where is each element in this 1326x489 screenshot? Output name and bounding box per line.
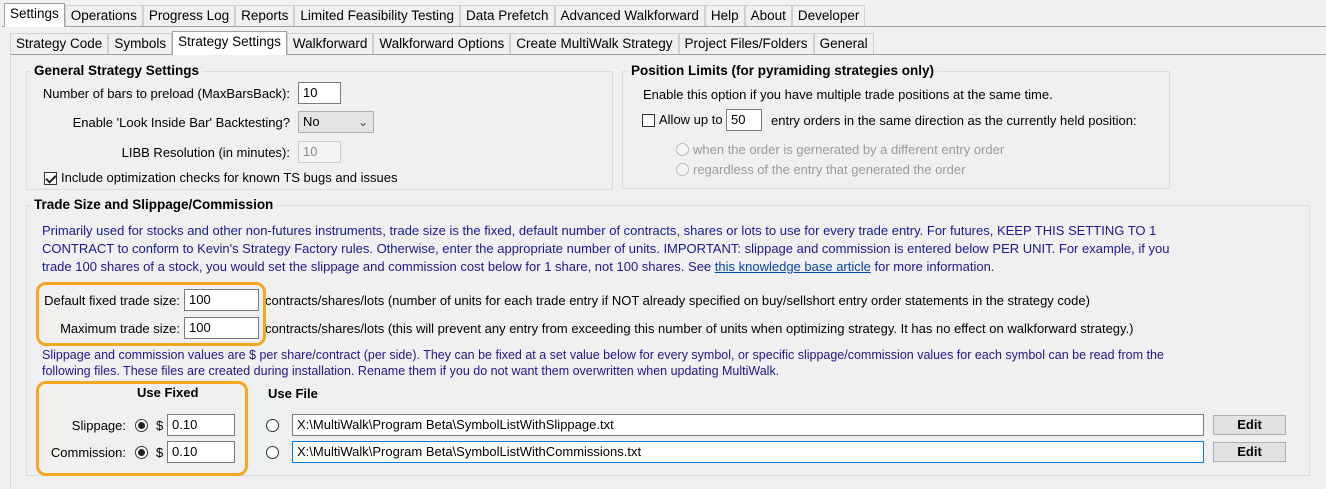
slippage-file-radio[interactable] <box>266 419 279 432</box>
position-limits-title: Position Limits (for pyramiding strategi… <box>628 63 938 78</box>
libb-resolution-input[interactable]: 10 <box>298 141 341 163</box>
tab-general[interactable]: General <box>813 33 874 55</box>
optimization-checks-label: Include optimization checks for known TS… <box>61 170 398 185</box>
tab-operations[interactable]: Operations <box>64 5 143 27</box>
commission-file-radio[interactable] <box>266 446 279 459</box>
trade-size-description: Primarily used for stocks and other non-… <box>42 222 1304 276</box>
optimization-checks-checkbox[interactable] <box>44 172 57 185</box>
trade-desc-line3-post: for more information. <box>870 259 995 274</box>
knowledge-base-link[interactable]: this knowledge base article <box>715 259 871 274</box>
trade-desc-line3-pre: trade 100 shares of a stock, you would s… <box>42 259 715 274</box>
tab-symbols[interactable]: Symbols <box>108 33 173 55</box>
chevron-down-icon: ⌄ <box>357 115 368 129</box>
tab-create-multiwalk-strategy[interactable]: Create MultiWalk Strategy <box>510 33 679 55</box>
trade-size-title: Trade Size and Slippage/Commission <box>31 197 277 212</box>
regardless-entry-label: regardless of the entry that generated t… <box>693 162 966 177</box>
tab-strategy-settings[interactable]: Strategy Settings <box>172 31 287 55</box>
tab-walkforward[interactable]: Walkforward <box>286 33 374 55</box>
allow-up-to-label: Allow up to <box>659 112 723 127</box>
trade-desc-line2: CONTRACT to conform to Kevin's Strategy … <box>42 241 1170 256</box>
tab-about[interactable]: About <box>744 5 792 27</box>
libb-select[interactable]: No ⌄ <box>298 111 374 133</box>
use-file-heading: Use File <box>268 386 318 401</box>
trade-desc-line3: trade 100 shares of a stock, you would s… <box>42 258 1304 276</box>
slippage-edit-button[interactable]: Edit <box>1213 415 1286 435</box>
regardless-entry-radio[interactable] <box>676 163 689 176</box>
position-limits-desc: Enable this option if you have multiple … <box>643 87 1053 102</box>
tab-reports[interactable]: Reports <box>235 5 295 27</box>
libb-resolution-label: LIBB Resolution (in minutes): <box>121 145 290 160</box>
slippage-description: Slippage and commission values are $ per… <box>42 347 1304 379</box>
slip-desc-line2: following files. These files are created… <box>42 364 780 378</box>
allow-up-to-suffix: entry orders in the same direction as th… <box>771 113 1137 128</box>
slippage-commission-highlight <box>36 381 248 476</box>
maxbars-input[interactable]: 10 <box>298 82 341 104</box>
trade-desc-line1: Primarily used for stocks and other non-… <box>42 223 1157 238</box>
max-trade-size-suffix: contracts/shares/lots (this will prevent… <box>265 321 1134 336</box>
maxbars-label: Number of bars to preload (MaxBarsBack): <box>42 86 290 101</box>
trade-size-highlight <box>36 282 266 346</box>
tab-developer[interactable]: Developer <box>791 5 866 27</box>
different-entry-label: when the order is gernerated by a differ… <box>693 142 1005 157</box>
slippage-file-input[interactable]: X:\MultiWalk\Program Beta\SymbolListWith… <box>292 414 1204 436</box>
tab-settings[interactable]: Settings <box>4 3 65 27</box>
commission-edit-button[interactable]: Edit <box>1213 442 1286 462</box>
top-tab-bar: Settings Operations Progress Log Reports… <box>4 3 866 27</box>
default-trade-size-suffix: contracts/shares/lots (number of units f… <box>265 293 1090 308</box>
slip-desc-line1: Slippage and commission values are $ per… <box>42 348 1164 362</box>
sub-tab-bar: Strategy Code Symbols Strategy Settings … <box>10 31 874 55</box>
tab-strategy-code[interactable]: Strategy Code <box>10 33 109 55</box>
tab-walkforward-options[interactable]: Walkforward Options <box>373 33 511 55</box>
libb-select-value: No <box>303 114 320 129</box>
allow-up-to-checkbox[interactable] <box>642 114 655 127</box>
tab-advanced-walkforward[interactable]: Advanced Walkforward <box>554 5 705 27</box>
libb-label: Enable 'Look Inside Bar' Backtesting? <box>72 115 290 130</box>
tab-data-prefetch[interactable]: Data Prefetch <box>459 5 555 27</box>
tab-progress-log[interactable]: Progress Log <box>142 5 236 27</box>
tab-project-files-folders[interactable]: Project Files/Folders <box>678 33 814 55</box>
commission-file-input[interactable]: X:\MultiWalk\Program Beta\SymbolListWith… <box>292 441 1204 463</box>
different-entry-radio[interactable] <box>676 143 689 156</box>
tab-help[interactable]: Help <box>704 5 745 27</box>
allow-up-to-input[interactable]: 50 <box>726 109 762 131</box>
tab-limited-feasibility-testing[interactable]: Limited Feasibility Testing <box>294 5 460 27</box>
general-settings-title: General Strategy Settings <box>31 63 203 78</box>
